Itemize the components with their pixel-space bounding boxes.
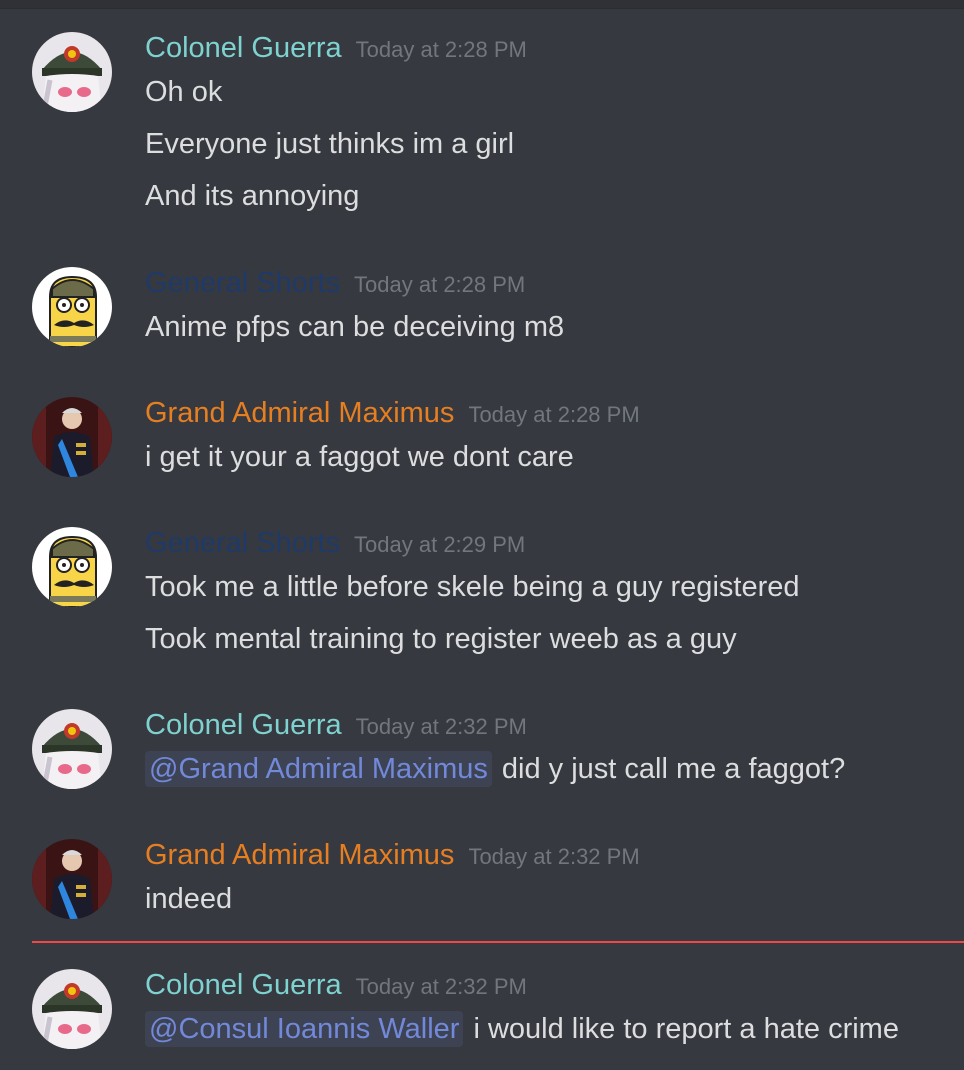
anime-officer-avatar-icon[interactable] (32, 709, 112, 789)
royal-portrait-avatar-icon[interactable] (32, 839, 112, 919)
anime-officer-avatar-icon[interactable] (32, 32, 112, 112)
message-header: Grand Admiral Maximus Today at 2:32 PM (145, 839, 640, 872)
message-text: And its annoying (145, 180, 360, 212)
timestamp: Today at 2:32 PM (355, 974, 527, 999)
anime-officer-avatar-icon[interactable] (32, 969, 112, 1049)
user-mention[interactable]: @Grand Admiral Maximus (145, 751, 492, 787)
message-text: Anime pfps can be deceiving m8 (145, 311, 565, 343)
message-header: Grand Admiral Maximus Today at 2:28 PM (145, 397, 640, 430)
message-header: Colonel Guerra Today at 2:28 PM (145, 32, 527, 65)
user-mention[interactable]: @Consul Ioannis Waller (145, 1011, 464, 1047)
timestamp: Today at 2:28 PM (355, 37, 527, 62)
royal-portrait-avatar-icon[interactable] (32, 397, 112, 477)
message-header: Colonel Guerra Today at 2:32 PM (145, 969, 527, 1002)
cartoon-mustache-avatar-icon[interactable] (32, 267, 112, 347)
username[interactable]: Grand Admiral Maximus (145, 839, 454, 871)
username[interactable]: Colonel Guerra (145, 32, 342, 64)
message-text-content: i would like to report a hate crime (473, 1013, 899, 1045)
message-text: @Grand Admiral Maximus did y just call me… (145, 751, 846, 787)
new-messages-divider (32, 941, 964, 943)
timestamp: Today at 2:28 PM (468, 402, 640, 427)
message-text: Everyone just thinks im a girl (145, 128, 515, 160)
timestamp: Today at 2:32 PM (468, 844, 640, 869)
timestamp: Today at 2:29 PM (354, 532, 526, 557)
message-text: Oh ok (145, 76, 223, 108)
message-text: Took mental training to register weeb as… (145, 623, 737, 655)
timestamp: Today at 2:28 PM (354, 272, 526, 297)
message-header: Colonel Guerra Today at 2:32 PM (145, 709, 527, 742)
message-header: General Shorts Today at 2:29 PM (145, 527, 525, 560)
message-text: i get it your a faggot we dont care (145, 441, 574, 473)
message-text: Took me a little before skele being a gu… (145, 571, 800, 603)
top-bar (0, 0, 964, 9)
message-header: General Shorts Today at 2:28 PM (145, 267, 525, 300)
username[interactable]: Grand Admiral Maximus (145, 397, 454, 429)
username[interactable]: Colonel Guerra (145, 709, 342, 741)
username[interactable]: General Shorts (145, 527, 340, 559)
username[interactable]: General Shorts (145, 267, 340, 299)
message-text-content: did y just call me a faggot? (501, 753, 846, 785)
message-text: @Consul Ioannis Waller i would like to re… (145, 1011, 899, 1047)
timestamp: Today at 2:32 PM (355, 714, 527, 739)
message-text: indeed (145, 883, 233, 915)
cartoon-mustache-avatar-icon[interactable] (32, 527, 112, 607)
username[interactable]: Colonel Guerra (145, 969, 342, 1001)
